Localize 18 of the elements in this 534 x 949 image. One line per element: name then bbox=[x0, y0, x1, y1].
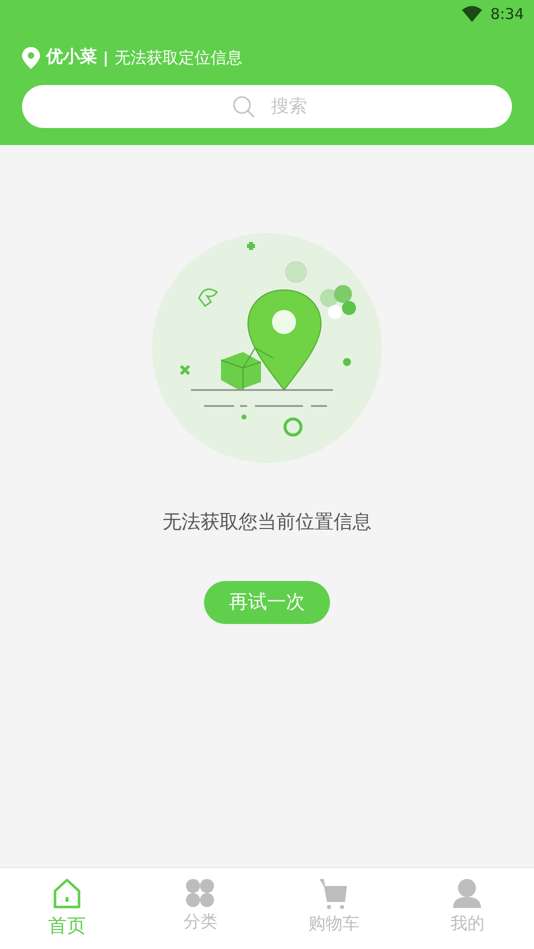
error-message: 无法获取您当前位置信息 bbox=[162, 510, 372, 535]
search-icon bbox=[233, 96, 255, 118]
retry-button[interactable]: 再试一次 bbox=[204, 580, 330, 624]
status-time: 8:34 bbox=[490, 4, 524, 25]
wifi-icon bbox=[462, 6, 482, 22]
nav-tab[interactable]: 分类 bbox=[134, 868, 267, 949]
nav-tab[interactable]: 首页 bbox=[0, 868, 134, 949]
user-icon bbox=[452, 878, 482, 910]
home-icon bbox=[52, 878, 82, 910]
app-name: 优小菜 bbox=[46, 46, 97, 69]
nav-tab[interactable]: 我的 bbox=[400, 868, 534, 949]
separator: | bbox=[103, 48, 108, 68]
cart-icon bbox=[318, 878, 350, 910]
clover-icon bbox=[185, 878, 216, 908]
location-status: 无法获取定位信息 bbox=[114, 46, 242, 69]
location-pin-icon bbox=[22, 46, 40, 69]
search-field[interactable]: 搜索 bbox=[22, 84, 512, 128]
nav-tab[interactable]: 购物车 bbox=[267, 868, 400, 949]
